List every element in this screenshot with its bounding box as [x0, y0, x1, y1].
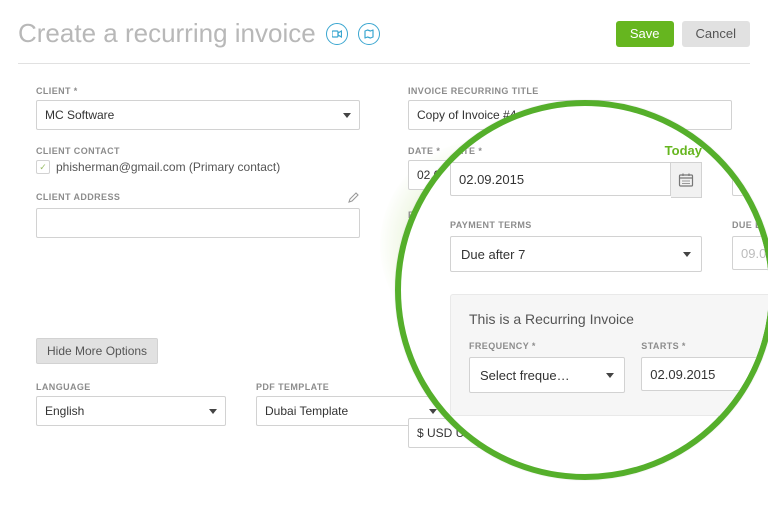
today-link[interactable]: Today	[665, 143, 702, 158]
language-value: English	[45, 404, 84, 418]
client-label: CLIENT *	[36, 86, 360, 96]
lens-date-input[interactable]	[450, 162, 671, 196]
client-contact-label: CLIENT CONTACT	[36, 146, 360, 156]
contact-checkbox[interactable]: ✓	[36, 160, 50, 174]
frequency-value: Select freque…	[480, 368, 570, 383]
page-title: Create a recurring invoice	[18, 18, 316, 49]
zoom-lens: DATE * Today INVOICE # *	[395, 100, 768, 480]
frequency-select[interactable]: Select freque…	[469, 357, 625, 393]
recurring-title-label: INVOICE RECURRING TITLE	[408, 86, 732, 96]
frequency-label: FREQUENCY *	[469, 341, 625, 351]
client-address-input[interactable]	[36, 208, 360, 238]
client-address-label: CLIENT ADDRESS	[36, 192, 120, 202]
recurring-box: This is a Recurring Invoice FREQUENCY * …	[450, 294, 768, 416]
starts-input[interactable]	[641, 357, 768, 391]
lens-invoice-label: INVOICE # *	[732, 146, 768, 156]
payment-terms-select[interactable]: Due after 7	[450, 236, 702, 272]
recurring-title: This is a Recurring Invoice	[469, 311, 768, 327]
video-icon[interactable]	[326, 23, 348, 45]
client-value: MC Software	[45, 108, 114, 122]
chevron-down-icon	[209, 409, 217, 414]
chevron-down-icon	[683, 252, 691, 257]
lens-due-label: DUE DATE	[732, 220, 768, 230]
payment-terms-value: Due after 7	[461, 247, 525, 262]
client-contact-value: phisherman@gmail.com (Primary contact)	[56, 160, 280, 174]
lens-invoice-input[interactable]	[732, 162, 768, 196]
edit-address-icon[interactable]	[348, 190, 360, 208]
save-button[interactable]: Save	[616, 21, 674, 47]
pdf-template-value: Dubai Template	[265, 404, 348, 418]
starts-label: STARTS *	[641, 341, 768, 351]
chevron-down-icon	[343, 113, 351, 118]
lens-terms-label: PAYMENT TERMS	[450, 220, 702, 230]
language-select[interactable]: English	[36, 396, 226, 426]
hide-more-options-button[interactable]: Hide More Options	[36, 338, 158, 364]
map-icon[interactable]	[358, 23, 380, 45]
calendar-icon[interactable]	[671, 162, 702, 198]
header: Create a recurring invoice Save Cancel	[18, 18, 750, 64]
language-label: LANGUAGE	[36, 382, 226, 392]
cancel-button[interactable]: Cancel	[682, 21, 750, 47]
due-date-input	[732, 236, 768, 270]
chevron-down-icon	[606, 373, 614, 378]
left-column: CLIENT * MC Software CLIENT CONTACT ✓ ph…	[36, 86, 360, 448]
client-select[interactable]: MC Software	[36, 100, 360, 130]
